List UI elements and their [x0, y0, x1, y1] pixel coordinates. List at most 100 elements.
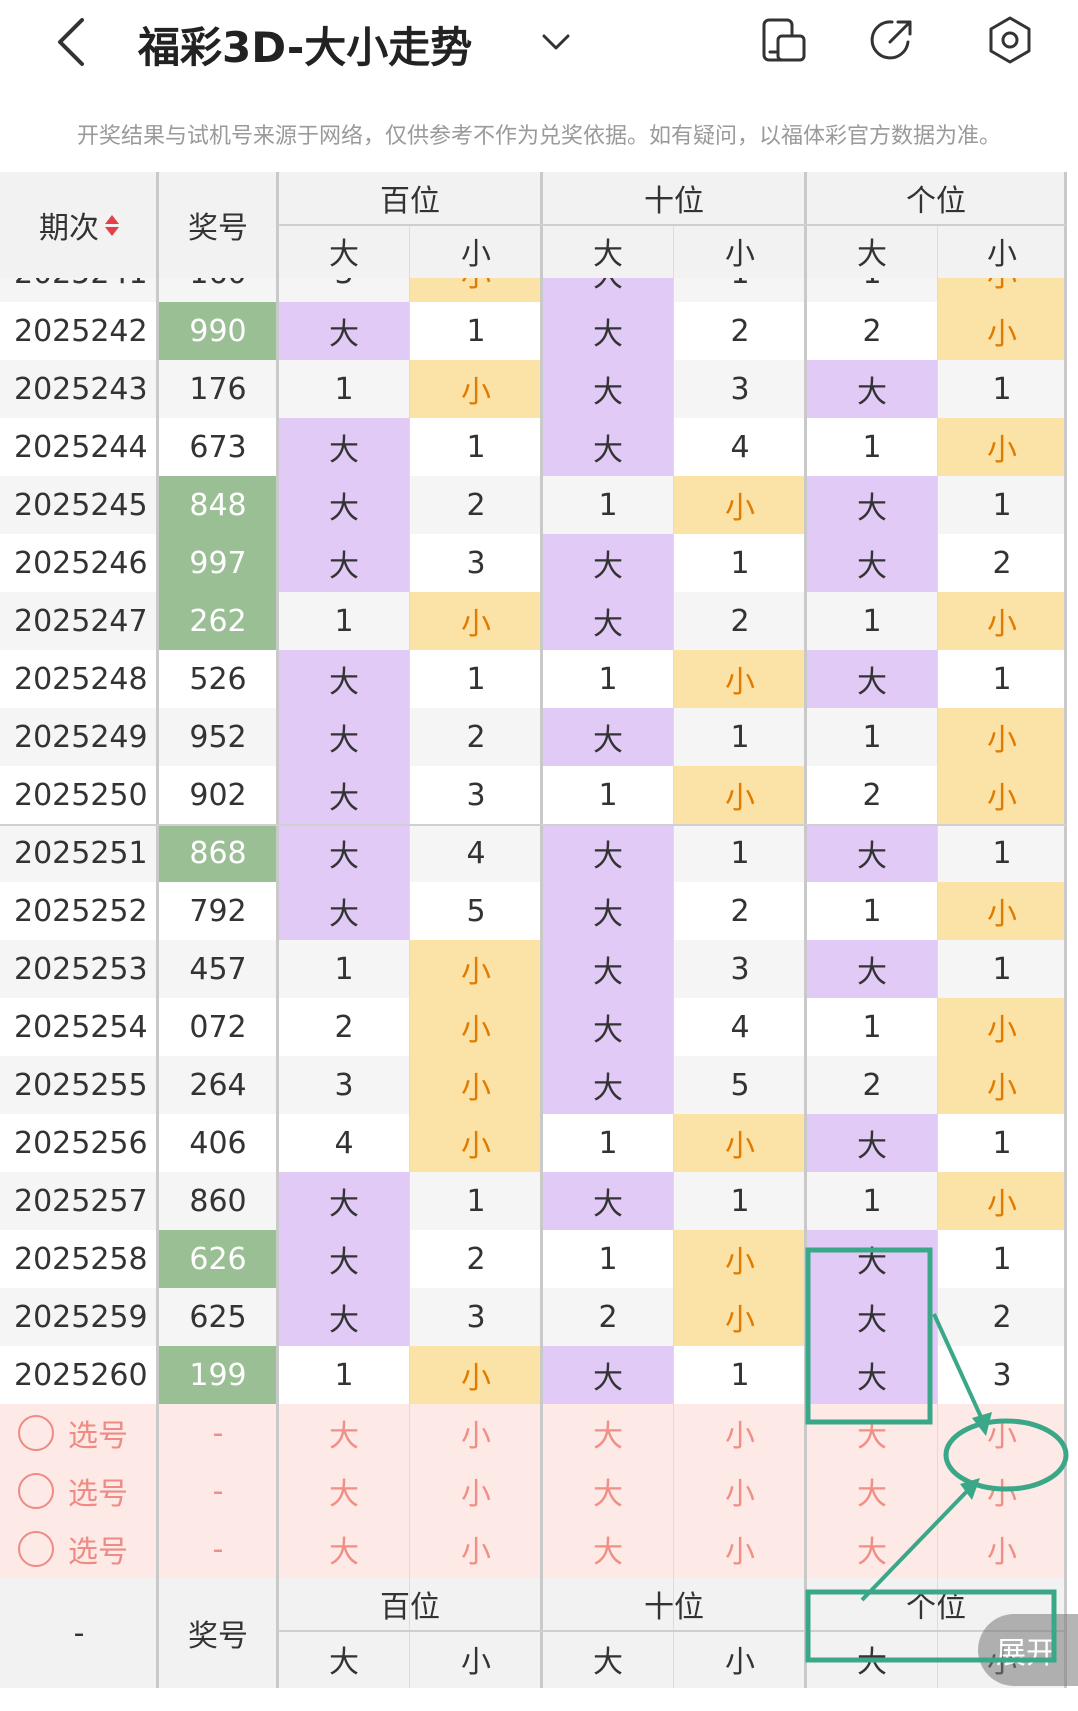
column-divider — [276, 172, 279, 1688]
phone-layout-icon[interactable] — [758, 14, 810, 66]
pick-option-cell[interactable]: 大 — [806, 1404, 938, 1462]
share-arrow-icon[interactable] — [866, 14, 918, 66]
pick-option-cell[interactable]: 大 — [278, 1404, 410, 1462]
miss-cell: 1 — [938, 650, 1066, 708]
miss-cell: 3 — [410, 766, 542, 824]
big-cell: 大 — [278, 882, 410, 940]
pick-option-cell[interactable]: 小 — [938, 1520, 1066, 1578]
big-cell: 大 — [278, 708, 410, 766]
small-cell: 小 — [674, 1114, 806, 1172]
pick-number-cell: - — [158, 1520, 278, 1578]
miss-cell: 2 — [410, 476, 542, 534]
pick-option-cell[interactable]: 大 — [542, 1404, 674, 1462]
number-cell: 406 — [158, 1114, 278, 1172]
radio-circle-icon[interactable] — [18, 1531, 54, 1567]
miss-cell: 1 — [938, 940, 1066, 998]
miss-cell: 1 — [806, 418, 938, 476]
small-cell: 小 — [410, 1346, 542, 1404]
number-cell: 673 — [158, 418, 278, 476]
miss-cell: 4 — [674, 418, 806, 476]
issue-cell: 2025258 — [0, 1230, 158, 1288]
select-number-button[interactable]: 选号 — [0, 1520, 158, 1578]
pick-option-cell[interactable]: 小 — [674, 1462, 806, 1520]
header-sub-small: 小 — [410, 224, 542, 278]
select-number-button[interactable]: 选号 — [0, 1404, 158, 1462]
pick-option-cell[interactable]: 大 — [278, 1462, 410, 1520]
miss-cell: 1 — [674, 824, 806, 882]
column-divider — [1064, 172, 1067, 1688]
small-cell: 小 — [938, 766, 1066, 824]
issue-cell: 2025254 — [0, 998, 158, 1056]
miss-cell: 1 — [938, 824, 1066, 882]
small-cell: 小 — [938, 882, 1066, 940]
pick-option-cell[interactable]: 大 — [278, 1520, 410, 1578]
back-chevron-icon[interactable] — [48, 12, 108, 72]
big-cell: 大 — [806, 824, 938, 882]
radio-circle-icon[interactable] — [18, 1473, 54, 1509]
select-number-button[interactable]: 选号 — [0, 1462, 158, 1520]
number-cell: 868 — [158, 824, 278, 882]
header-sub-big: 大 — [806, 224, 938, 278]
pick-option-cell[interactable]: 大 — [542, 1462, 674, 1520]
select-number-label: 选号 — [68, 1477, 128, 1512]
issue-cell: 2025256 — [0, 1114, 158, 1172]
miss-cell: 1 — [806, 882, 938, 940]
pick-option-cell[interactable]: 小 — [410, 1520, 542, 1578]
pick-option-cell[interactable]: 大 — [806, 1462, 938, 1520]
miss-cell: 1 — [542, 1114, 674, 1172]
sort-arrows-icon[interactable] — [105, 214, 119, 236]
sub-column-divider — [673, 224, 674, 1688]
header-sub-big: 大 — [542, 224, 674, 278]
miss-cell: 1 — [278, 940, 410, 998]
small-cell: 小 — [938, 1172, 1066, 1230]
pick-option-cell[interactable]: 小 — [938, 1462, 1066, 1520]
pick-option-cell[interactable]: 小 — [674, 1404, 806, 1462]
number-cell: 626 — [158, 1230, 278, 1288]
miss-cell: 2 — [806, 1056, 938, 1114]
small-cell: 小 — [674, 650, 806, 708]
expand-button[interactable]: 展开 — [978, 1614, 1078, 1686]
header-sub-big: 大 — [278, 224, 410, 278]
radio-circle-icon[interactable] — [18, 1415, 54, 1451]
miss-cell: 2 — [410, 708, 542, 766]
pick-option-cell[interactable]: 小 — [938, 1404, 1066, 1462]
header-sub-small: 小 — [674, 224, 806, 278]
pick-option-cell[interactable]: 大 — [806, 1520, 938, 1578]
chevron-down-icon[interactable] — [536, 22, 576, 62]
big-cell: 大 — [806, 940, 938, 998]
small-cell: 小 — [938, 302, 1066, 360]
small-cell: 小 — [410, 998, 542, 1056]
pick-option-cell[interactable]: 大 — [542, 1520, 674, 1578]
select-number-label: 选号 — [68, 1419, 128, 1454]
header-issue[interactable]: 期次 — [0, 172, 158, 278]
issue-cell: 2025242 — [0, 302, 158, 360]
small-cell: 小 — [410, 940, 542, 998]
small-cell: 小 — [938, 998, 1066, 1056]
big-cell: 大 — [278, 824, 410, 882]
small-cell: 小 — [410, 1056, 542, 1114]
small-cell: 小 — [938, 1056, 1066, 1114]
miss-cell: 1 — [410, 418, 542, 476]
big-cell: 大 — [542, 1346, 674, 1404]
miss-cell: 5 — [674, 1056, 806, 1114]
miss-cell: 2 — [938, 534, 1066, 592]
sub-column-divider — [409, 224, 410, 1688]
miss-cell: 1 — [674, 1172, 806, 1230]
pick-number-cell: - — [158, 1404, 278, 1462]
footer-group-2: 十位 — [542, 1578, 806, 1630]
pick-option-cell[interactable]: 小 — [410, 1462, 542, 1520]
footer-number: 奖号 — [158, 1578, 278, 1688]
miss-cell: 1 — [410, 650, 542, 708]
settings-hexagon-icon[interactable] — [984, 14, 1036, 66]
issue-cell: 2025249 — [0, 708, 158, 766]
pick-option-cell[interactable]: 小 — [410, 1404, 542, 1462]
small-cell: 小 — [674, 1230, 806, 1288]
miss-cell: 3 — [410, 1288, 542, 1346]
big-cell: 大 — [542, 1172, 674, 1230]
small-cell: 小 — [410, 360, 542, 418]
issue-cell: 2025252 — [0, 882, 158, 940]
miss-cell: 1 — [938, 1230, 1066, 1288]
big-cell: 大 — [278, 1172, 410, 1230]
footer-issue: - — [0, 1578, 158, 1688]
pick-option-cell[interactable]: 小 — [674, 1520, 806, 1578]
